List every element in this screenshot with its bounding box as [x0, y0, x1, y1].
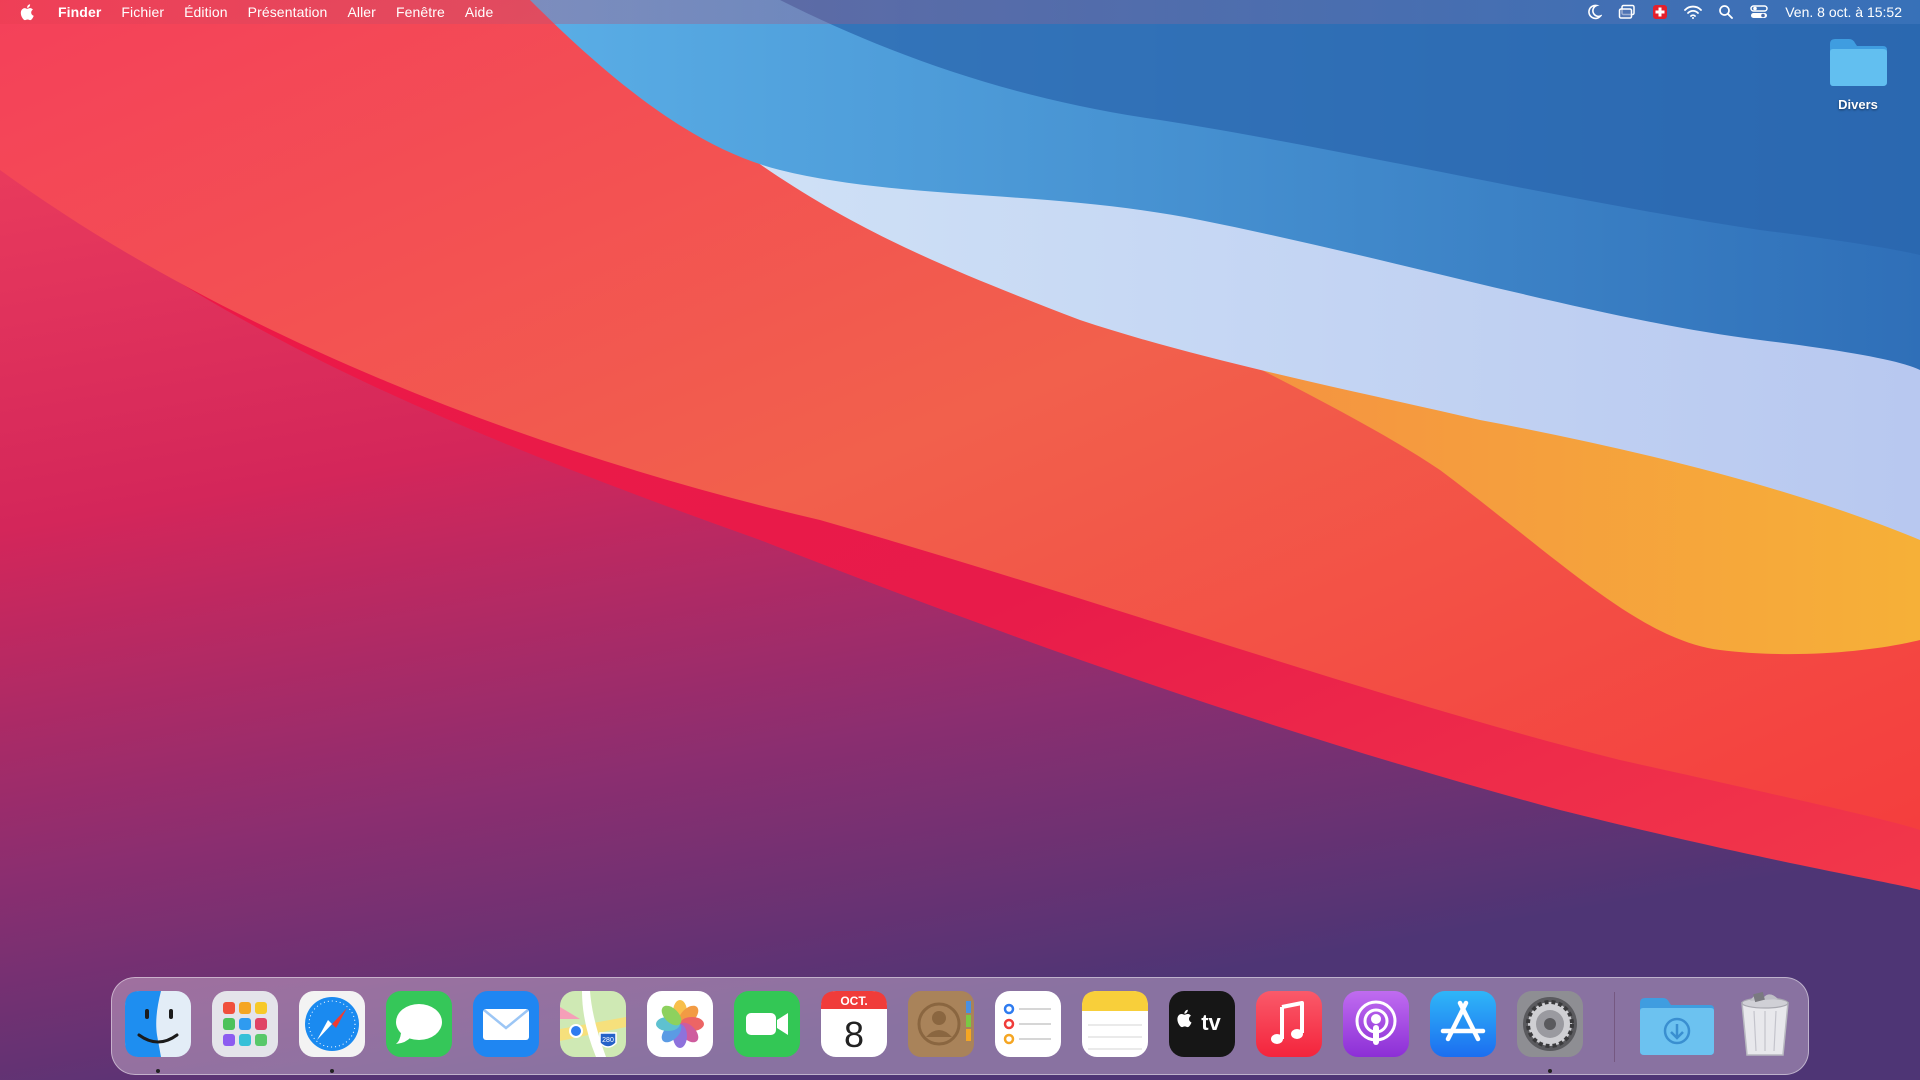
facetime-icon [734, 991, 800, 1057]
launchpad-icon [212, 991, 278, 1057]
menu-aller[interactable]: Aller [347, 4, 376, 20]
dock-contacts[interactable] [906, 989, 976, 1059]
mail-icon [473, 991, 539, 1057]
dock-reminders[interactable] [993, 989, 1063, 1059]
dock-messages[interactable] [384, 989, 454, 1059]
dock-downloads-folder[interactable] [1637, 989, 1717, 1059]
dock-safari[interactable] [297, 989, 367, 1059]
calendar-month: OCT. [840, 994, 867, 1008]
menu-fenetre[interactable]: Fenêtre [396, 4, 445, 20]
dock-photos[interactable] [645, 989, 715, 1059]
tv-label: tv [1201, 1010, 1221, 1035]
wifi-icon[interactable] [1683, 2, 1703, 22]
dock-mail[interactable] [471, 989, 541, 1059]
music-icon [1256, 991, 1322, 1057]
control-center-icon[interactable] [1749, 2, 1769, 22]
podcasts-icon [1343, 991, 1409, 1057]
dock-trash[interactable] [1730, 989, 1800, 1059]
desktop-wallpaper [0, 0, 1920, 1080]
swiss-flag-icon[interactable] [1650, 2, 1670, 22]
apple-tv-icon: tv [1169, 991, 1235, 1057]
dock-app-store[interactable] [1428, 989, 1498, 1059]
menu-bar-clock[interactable]: Ven. 8 oct. à 15:52 [1785, 4, 1902, 20]
dock-music[interactable] [1254, 989, 1324, 1059]
system-preferences-icon [1517, 991, 1583, 1057]
downloads-folder-icon [1640, 998, 1714, 1055]
desktop-folder-divers[interactable]: Divers [1810, 36, 1906, 112]
menu-edition[interactable]: Édition [184, 4, 228, 20]
moon-icon[interactable] [1584, 2, 1604, 22]
dock-podcasts[interactable] [1341, 989, 1411, 1059]
dock-system-preferences[interactable] [1515, 989, 1585, 1059]
dock-apple-tv[interactable]: tv [1167, 989, 1237, 1059]
reminders-icon [995, 991, 1061, 1057]
menu-presentation[interactable]: Présentation [248, 4, 328, 20]
menu-app-finder[interactable]: Finder [58, 4, 101, 20]
menu-bar: Finder Fichier Édition Présentation Alle… [0, 0, 1920, 24]
dock: 280 OCT. 8 tv [111, 977, 1809, 1075]
dock-facetime[interactable] [732, 989, 802, 1059]
menu-aide[interactable]: Aide [465, 4, 493, 20]
apple-logo-icon[interactable] [20, 3, 36, 21]
dock-separator [1614, 992, 1615, 1062]
dock-calendar[interactable]: OCT. 8 [819, 989, 889, 1059]
running-indicator [156, 1069, 160, 1073]
dock-launchpad[interactable] [210, 989, 280, 1059]
notes-icon [1082, 991, 1148, 1057]
messages-icon [386, 991, 452, 1057]
menu-fichier[interactable]: Fichier [121, 4, 164, 20]
search-icon[interactable] [1716, 2, 1736, 22]
calendar-day: 8 [844, 1014, 864, 1055]
safari-icon [299, 991, 365, 1057]
app-store-icon [1430, 991, 1496, 1057]
finder-icon [125, 991, 191, 1057]
trash-full-icon [1741, 991, 1789, 1056]
dock-maps[interactable]: 280 [558, 989, 628, 1059]
maps-shield-label: 280 [602, 1037, 614, 1044]
running-indicator [330, 1069, 334, 1073]
photos-icon [647, 991, 713, 1057]
folder-icon [1830, 39, 1887, 86]
screen-mirroring-icon[interactable] [1617, 2, 1637, 22]
dock-notes[interactable] [1080, 989, 1150, 1059]
calendar-icon: OCT. 8 [821, 991, 887, 1057]
contacts-icon [908, 991, 974, 1057]
dock-finder[interactable] [123, 989, 193, 1059]
desktop-folder-label: Divers [1838, 97, 1878, 112]
running-indicator [1548, 1069, 1552, 1073]
maps-icon: 280 [560, 991, 626, 1057]
